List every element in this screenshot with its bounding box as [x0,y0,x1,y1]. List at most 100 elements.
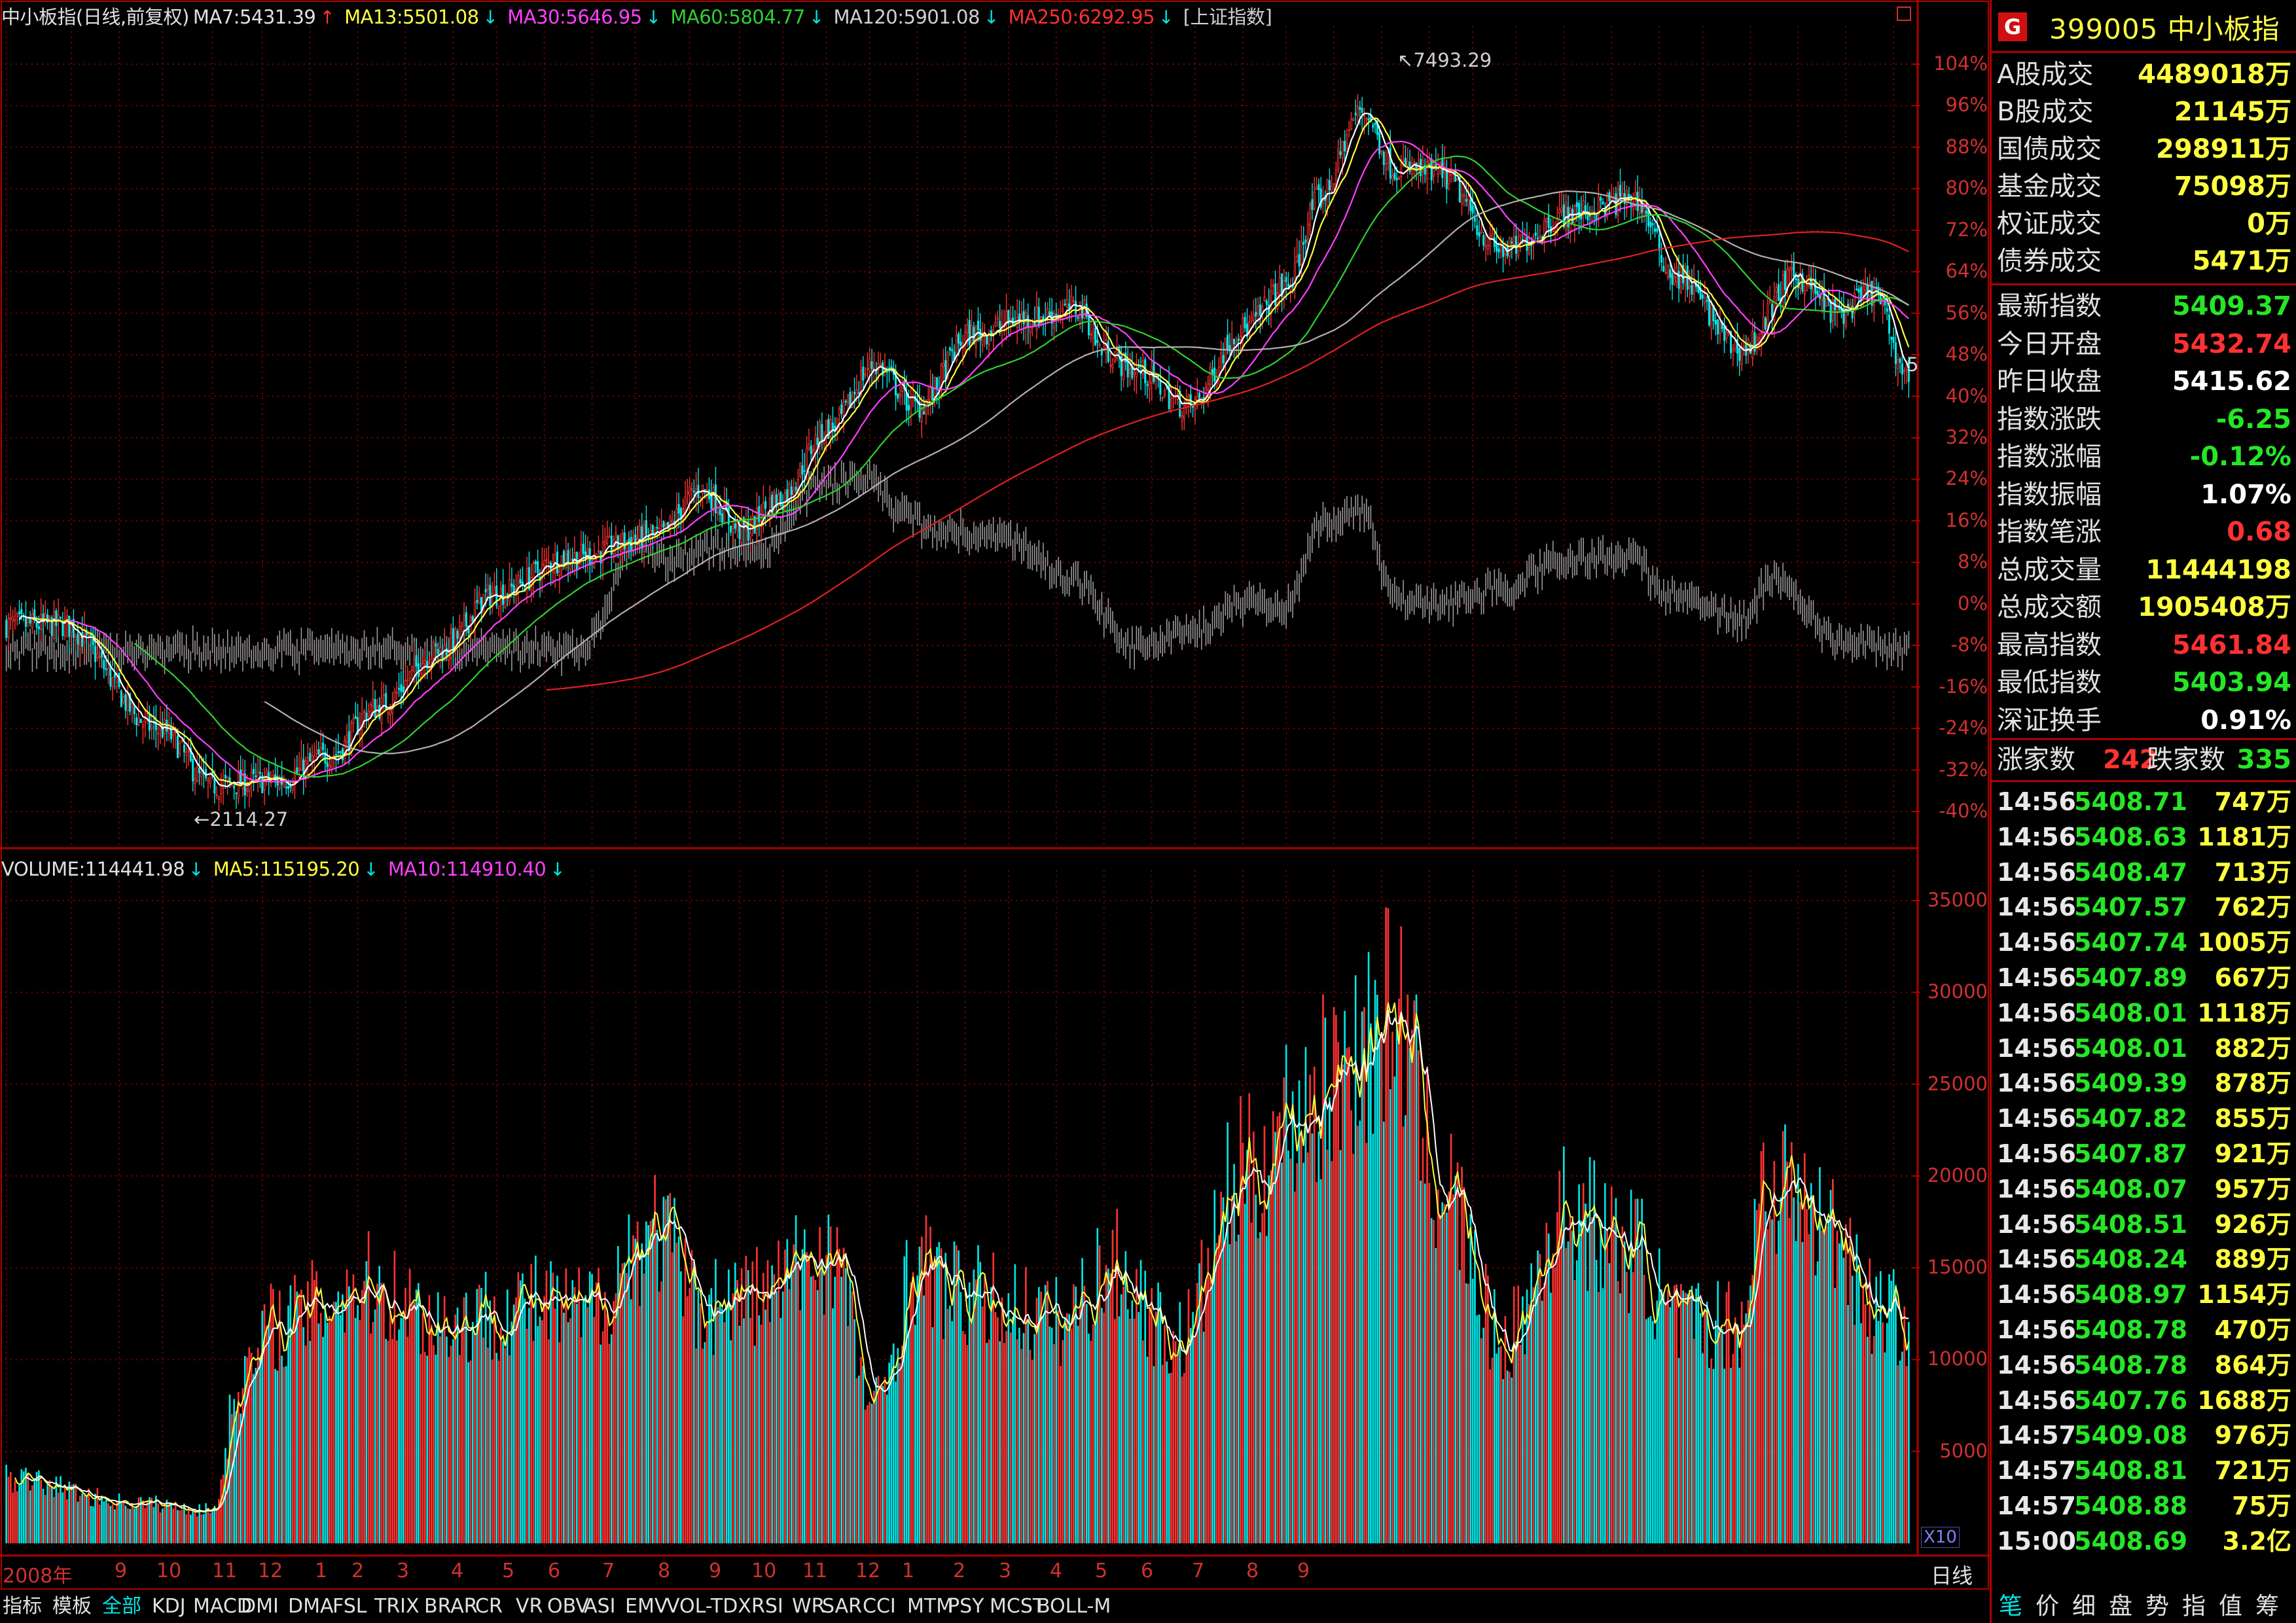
indicator-tab[interactable]: WR [792,1594,825,1619]
volume-bar [1183,1372,1185,1544]
candle-body [326,762,329,767]
tick-volume: 882万 [2214,1033,2291,1063]
overlay-label[interactable]: [上证指数] [1183,6,1272,28]
indicator-tab[interactable]: CCI [863,1594,896,1619]
candle-body [905,393,908,411]
panel-tab[interactable]: 细 [2072,1593,2096,1620]
candle-body [48,616,51,619]
candle-body [1654,228,1657,232]
tick-price: 5407.76 [2074,1385,2188,1415]
volume-bar [90,1506,92,1544]
candle-body [1547,215,1550,228]
volume-bar [1064,1318,1066,1544]
indicator-tab[interactable]: DMI [241,1594,279,1619]
indicator-tab[interactable]: BOLL-M [1037,1594,1111,1619]
volume-bar [1311,1133,1314,1544]
indicator-tab[interactable]: 指标 [3,1594,42,1619]
candle-body [1170,398,1172,411]
candle-body [1590,209,1593,221]
volume-bar [205,1503,207,1544]
volume-bar [1333,1007,1335,1544]
x10-scale-badge[interactable]: X10 [1921,1527,1960,1548]
volume-bar [1250,1222,1253,1544]
indicator-tab[interactable]: BRAR [424,1594,478,1619]
volume-bar [554,1308,556,1544]
volume-bar [1767,1229,1769,1544]
panel-tab[interactable]: 筹 [2255,1593,2279,1620]
chart-canvas[interactable] [0,0,1990,1590]
stat-value: 21145万 [2174,97,2291,127]
indicator-tab[interactable]: MTM [907,1594,953,1619]
candle-body [402,687,404,692]
indicator-tab[interactable]: OBV [547,1594,589,1619]
indicator-tab[interactable]: VR [516,1594,543,1619]
stat-value: 0.68 [2227,517,2291,547]
indicator-tab[interactable]: ASI [584,1594,615,1619]
stat-row: A股成交 4489018万 [1992,56,2294,94]
indicator-tab[interactable]: RSI [751,1594,783,1619]
indicator-tab[interactable]: DMA [288,1594,334,1619]
volume-bar [1651,1321,1654,1544]
tick-time: 14:56 [1997,1104,2076,1133]
indicator-tab[interactable]: EMV [625,1594,668,1619]
indicator-tab[interactable]: TRIX [374,1594,420,1619]
candle-body [1255,312,1257,317]
volume-bar [558,1342,561,1544]
tick-price: 5408.01 [2074,998,2188,1027]
volume-bar [361,1289,363,1544]
candle-body [319,747,322,754]
volume-bar [70,1485,73,1544]
chart-settings-icon[interactable] [1897,7,1911,21]
panel-tab[interactable]: 盘 [2109,1593,2132,1620]
stat-label: B股成交 [1997,97,2094,127]
candle-body [1714,319,1717,325]
panel-tab[interactable]: 价 [2036,1593,2059,1620]
candle-body [691,488,693,490]
stat-label: 总成交额 [1997,592,2102,622]
indicator-tab[interactable]: 全部 [102,1594,141,1619]
volume-bar [675,1242,678,1544]
indicator-tab[interactable]: 模板 [52,1594,92,1619]
indicator-tab[interactable]: KDJ [152,1594,186,1619]
panel-tab[interactable]: 笔 [1999,1593,2022,1620]
volume-bar [1263,1126,1266,1544]
volume-bar [1467,1283,1469,1544]
indicator-tab[interactable]: SAR [822,1594,862,1619]
candle-body [88,634,90,637]
indicator-tab[interactable]: FSL [332,1594,367,1619]
candle-body [1838,307,1840,310]
volume-bar [1897,1365,1899,1544]
candle-body [632,539,635,551]
panel-tab[interactable]: 势 [2145,1593,2169,1620]
volume-bar [1875,1276,1877,1544]
indicator-tab[interactable]: VOL-TDX [666,1594,751,1619]
panel-tab[interactable]: 值 [2219,1593,2242,1620]
candle-body [1259,304,1261,316]
indicator-tab[interactable]: PSY [948,1594,984,1619]
indicator-tab[interactable]: CR [475,1594,503,1619]
volume-bar [1153,1366,1155,1544]
price-tick-label: 88% [1945,135,1988,158]
volume-bar [749,1317,751,1544]
candle-body [1480,230,1482,234]
volume-bar [1476,1315,1479,1544]
g-badge-icon[interactable]: G [1998,12,2027,41]
volume-bar [1847,1305,1849,1544]
volume-bar [1474,1230,1476,1544]
volume-bar [550,1261,552,1544]
volume-bar [1547,1233,1550,1544]
volume-bar [1693,1338,1695,1544]
tick-row: 14:57 5408.81 721万 [1992,1453,2294,1488]
volume-bar [133,1508,135,1544]
panel-tab[interactable]: 指 [2182,1593,2206,1620]
tick-row: 14:56 5407.89 667万 [1992,960,2294,995]
panel-divider [1992,780,2296,782]
volume-bar [1556,1212,1558,1544]
candle-body [224,775,226,779]
volume-bar [519,1280,522,1544]
volume-bar [842,1247,845,1544]
x-tick-label: 5 [1095,1560,1108,1582]
candle-body [821,424,823,442]
period-label[interactable]: 日线 [1931,1560,1973,1590]
candle-body [337,751,340,753]
